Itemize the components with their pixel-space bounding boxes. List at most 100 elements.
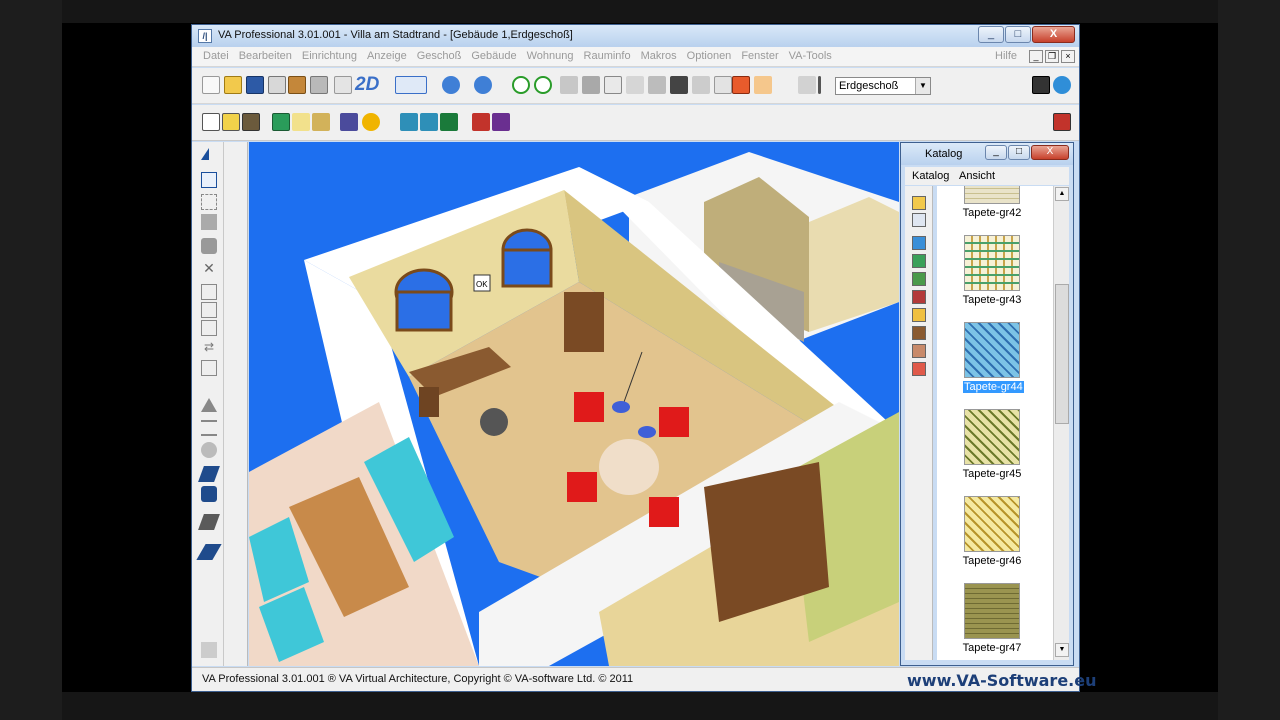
menu-item-optionen[interactable]: Optionen xyxy=(682,50,737,62)
wallpaper-swatch[interactable] xyxy=(964,409,1020,465)
menu-item-fenster[interactable]: Fenster xyxy=(736,50,783,62)
scroll-thumb[interactable] xyxy=(1055,284,1069,424)
zoom-fit-icon[interactable] xyxy=(534,76,552,94)
mdi-close-button[interactable]: × xyxy=(1061,50,1075,63)
catalog-menu-katalog[interactable]: Katalog xyxy=(912,170,949,182)
menu-item-anzeige[interactable]: Anzeige xyxy=(362,50,412,62)
catalog-toggle-icon[interactable] xyxy=(1053,113,1071,131)
catalog-tree-icon[interactable] xyxy=(912,272,926,286)
catalog-list[interactable]: Tapete-gr42 Tapete-gr43 Tapete-gr44 Tapete-… xyxy=(937,186,1053,660)
wallpaper-swatch[interactable] xyxy=(964,235,1020,291)
menu-item-makros[interactable]: Makros xyxy=(636,50,682,62)
roof-icon[interactable] xyxy=(582,76,600,94)
menu-item-rauminfo[interactable]: Rauminfo xyxy=(579,50,636,62)
sun-icon[interactable] xyxy=(362,113,380,131)
text-tool-icon[interactable] xyxy=(776,76,794,94)
cube-icon[interactable] xyxy=(272,113,290,131)
align-icon[interactable] xyxy=(201,360,217,376)
image-icon[interactable] xyxy=(242,113,260,131)
layout-icon[interactable] xyxy=(334,76,352,94)
star-icon[interactable] xyxy=(201,214,217,230)
close-button[interactable]: X xyxy=(1032,26,1075,43)
catalog-scrollbar[interactable]: ▲ ▼ xyxy=(1053,186,1069,660)
distribute-icon[interactable] xyxy=(201,420,217,436)
catalog-maximize-button[interactable]: □ xyxy=(1008,145,1030,160)
catalog-item[interactable]: Tapete-gr42 xyxy=(937,186,1053,235)
catalog-item[interactable]: Tapete-gr43 xyxy=(937,235,1053,322)
minimize-button[interactable]: _ xyxy=(978,26,1004,43)
wallpaper-swatch[interactable] xyxy=(964,322,1020,378)
light-icon[interactable] xyxy=(754,76,772,94)
pointer-icon[interactable] xyxy=(201,148,209,160)
catalog-grid-icon[interactable] xyxy=(912,213,926,227)
catalog-minimize-button[interactable]: _ xyxy=(985,145,1007,160)
scroll-up-icon[interactable]: ▲ xyxy=(1055,187,1069,201)
catalog-paint-icon[interactable] xyxy=(912,290,926,304)
catalog-landscape-icon[interactable] xyxy=(912,254,926,268)
swap-icon[interactable]: ⇄ xyxy=(201,340,217,356)
paint-bucket-icon[interactable] xyxy=(201,486,217,502)
maximize-button[interactable]: □ xyxy=(1005,26,1031,43)
chevron-down-icon[interactable]: ▼ xyxy=(915,78,930,94)
pen-icon[interactable] xyxy=(198,466,220,482)
catalog-menu-ansicht[interactable]: Ansicht xyxy=(959,170,995,182)
hatch-icon[interactable] xyxy=(692,76,710,94)
symbol-icon[interactable] xyxy=(222,113,240,131)
layer-down-icon[interactable] xyxy=(420,113,438,131)
undo-icon[interactable] xyxy=(442,76,460,94)
frame-select-icon[interactable] xyxy=(201,194,217,210)
stairs-icon[interactable] xyxy=(626,76,644,94)
camera-icon[interactable] xyxy=(1032,76,1050,94)
plant-icon[interactable] xyxy=(292,113,310,131)
mdi-minimize-button[interactable]: _ xyxy=(1029,50,1043,63)
menu-item-geb-ude[interactable]: Gebäude xyxy=(466,50,521,62)
catalog-item[interactable]: Tapete-gr44 xyxy=(937,322,1053,409)
mirror-icon[interactable] xyxy=(201,398,217,412)
layer-up-icon[interactable] xyxy=(400,113,418,131)
zoom-icon[interactable] xyxy=(512,76,530,94)
edit-icon[interactable] xyxy=(798,76,816,94)
render-icon[interactable] xyxy=(732,76,750,94)
catalog-folder-icon[interactable] xyxy=(912,196,926,210)
menu-item-datei[interactable]: Datei xyxy=(198,50,234,62)
floor-select[interactable]: Erdgeschoß ▼ xyxy=(835,77,931,95)
2d-view-button[interactable]: 2D xyxy=(355,74,379,96)
menu-item-einrichtung[interactable]: Einrichtung xyxy=(297,50,362,62)
rotate-180-icon[interactable] xyxy=(201,320,217,336)
light-bulb-icon[interactable] xyxy=(201,442,217,458)
material-icon[interactable] xyxy=(472,113,490,131)
select-object-icon[interactable] xyxy=(202,113,220,131)
copy-icon[interactable] xyxy=(310,76,328,94)
catalog-title-bar[interactable]: Katalog _ □ X xyxy=(901,143,1073,165)
redo-icon[interactable] xyxy=(474,76,492,94)
move-icon[interactable] xyxy=(440,113,458,131)
furniture-icon[interactable] xyxy=(312,113,330,131)
catalog-image-icon[interactable] xyxy=(912,236,926,250)
catalog-close-button[interactable]: X xyxy=(1031,145,1069,160)
menu-item-va-tools[interactable]: VA-Tools xyxy=(784,50,837,62)
scale-icon[interactable] xyxy=(201,284,217,300)
new-file-icon[interactable] xyxy=(202,76,220,94)
3d-viewport[interactable]: OK xyxy=(249,142,899,666)
catalog-item[interactable]: Tapete-gr45 xyxy=(937,409,1053,496)
print-icon[interactable] xyxy=(268,76,286,94)
menu-item-gescho-[interactable]: Geschoß xyxy=(412,50,467,62)
wallpaper-swatch[interactable] xyxy=(964,583,1020,639)
menu-item-bearbeiten[interactable]: Bearbeiten xyxy=(234,50,297,62)
wall-icon[interactable] xyxy=(560,76,578,94)
menu-item-wohnung[interactable]: Wohnung xyxy=(522,50,579,62)
scroll-down-icon[interactable]: ▼ xyxy=(1055,643,1069,657)
catalog-door-icon[interactable] xyxy=(912,326,926,340)
catalog-material-icon[interactable] xyxy=(912,308,926,322)
wallpaper-swatch[interactable] xyxy=(964,186,1020,204)
delete-icon[interactable]: ✕ xyxy=(201,260,217,276)
brush-icon[interactable] xyxy=(198,514,220,530)
group-select-icon[interactable] xyxy=(201,172,217,188)
title-bar[interactable]: /| VA Professional 3.01.001 - Villa am S… xyxy=(192,25,1079,47)
house-icon[interactable] xyxy=(288,76,306,94)
plan-icon[interactable] xyxy=(714,76,732,94)
eraser-icon[interactable] xyxy=(196,544,222,560)
rotate-object-icon[interactable] xyxy=(201,238,217,254)
wallpaper-swatch[interactable] xyxy=(964,496,1020,552)
menu-help[interactable]: Hilfe xyxy=(995,50,1017,62)
